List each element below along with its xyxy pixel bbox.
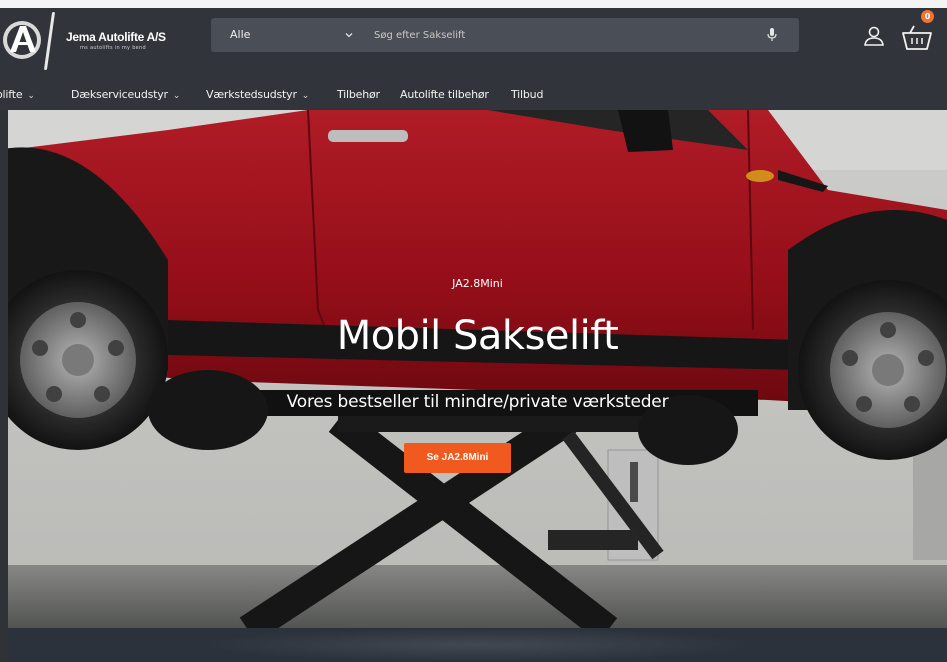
nav-item-tilbud[interactable]: Tilbud (511, 80, 543, 110)
microphone-icon[interactable] (765, 27, 779, 43)
logo-name: Jema Autolifte A/S (66, 30, 166, 44)
nav-item-vaerkstedsudstyr[interactable]: Værkstedsudstyr ⌄ (206, 80, 309, 110)
nav-item-label: Tilbehør (337, 88, 380, 101)
section-glow (198, 628, 758, 662)
logo-divider (43, 12, 56, 70)
logo-emblem-icon (3, 21, 41, 59)
hero-description: Vores bestseller til mindre/private værk… (286, 392, 669, 412)
chevron-down-icon[interactable] (343, 29, 355, 41)
search-bar: Alle (211, 18, 799, 52)
shopping-basket-icon[interactable] (900, 22, 934, 52)
nav-item-autolifte-tilbehoer[interactable]: Autolifte tilbehør (400, 80, 489, 110)
hero-banner: JA2.8Mini Mobil Sakselift Vores bestsell… (8, 110, 947, 628)
cart-count-badge: 0 (921, 10, 934, 23)
hero-subtitle: JA2.8Mini (452, 277, 503, 290)
chevron-down-icon: ⌄ (172, 91, 181, 101)
next-section-band (8, 628, 947, 662)
nav-item-label: Værkstedsudstyr (206, 88, 297, 101)
nav-item-label: Dækserviceudstyr (71, 88, 168, 101)
chevron-down-icon: ⌄ (301, 91, 310, 101)
hero-image-car-on-lift (8, 110, 947, 628)
nav-item-tilbehoer[interactable]: Tilbehør (337, 80, 380, 110)
nav-item-label: Autolifte tilbehør (400, 88, 489, 101)
site-header: Jema Autolifte A/S ms autolifts in my be… (0, 8, 947, 80)
see-product-button[interactable]: Se JA2.8Mini (404, 443, 511, 473)
chevron-down-icon: ⌄ (27, 91, 35, 101)
search-category-select[interactable]: Alle (230, 18, 250, 52)
site-logo[interactable]: Jema Autolifte A/S ms autolifts in my be… (0, 12, 180, 72)
nav-item-label: olifte (0, 88, 23, 101)
nav-item-label: Tilbud (511, 88, 544, 101)
nav-item-autolifte[interactable]: olifte ⌄ (0, 80, 35, 110)
nav-item-daekserviceudstyr[interactable]: Dækserviceudstyr ⌄ (71, 80, 180, 110)
hero-title: Mobil Sakselift (336, 313, 619, 359)
top-strip (0, 0, 947, 8)
logo-tagline: ms autolifts in my bend (80, 45, 146, 51)
search-input[interactable] (374, 24, 754, 46)
main-nav: olifte ⌄ Dækserviceudstyr ⌄ Værkstedsudsty… (0, 80, 947, 110)
user-account-icon[interactable] (862, 24, 886, 48)
